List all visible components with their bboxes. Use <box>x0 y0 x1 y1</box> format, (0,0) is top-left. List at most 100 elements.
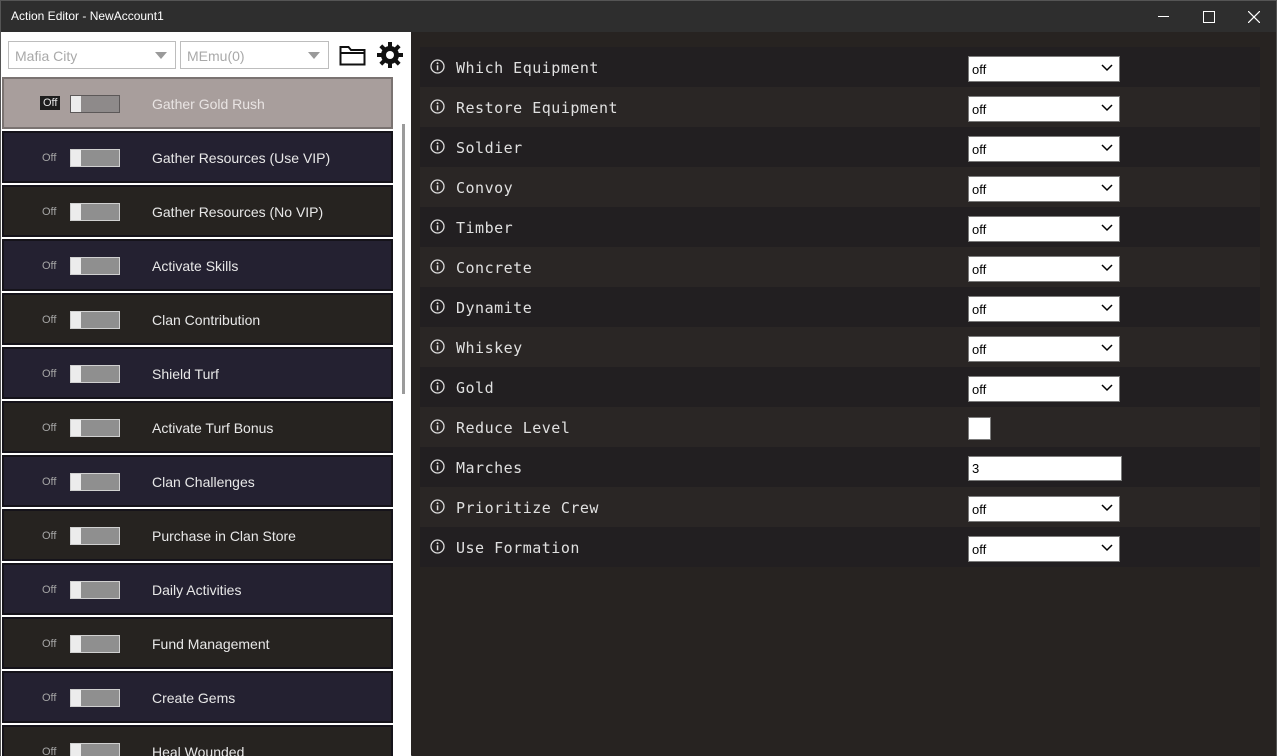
setting-select[interactable]: off <box>968 216 1120 242</box>
minimize-button[interactable] <box>1140 1 1186 32</box>
setting-label: Concrete <box>456 259 533 277</box>
toggle-state-label: Off <box>42 314 57 326</box>
emulator-select[interactable]: MEmu(0) <box>180 41 329 69</box>
action-item-shield-turf[interactable]: Off Shield Turf <box>2 347 393 399</box>
toggle-state-label: Off <box>40 96 61 110</box>
info-icon[interactable] <box>430 459 445 474</box>
action-item-clan-challenges[interactable]: Off Clan Challenges <box>2 455 393 507</box>
setting-row-which-equipment: Which Equipment off <box>420 47 1260 87</box>
action-label: Gather Gold Rush <box>152 96 265 112</box>
action-label: Gather Resources (Use VIP) <box>152 150 331 166</box>
action-item-activate-skills[interactable]: Off Activate Skills <box>2 239 393 291</box>
info-icon[interactable] <box>430 99 445 114</box>
setting-row-whiskey: Whiskey off <box>420 327 1260 367</box>
action-toggle[interactable] <box>70 635 120 653</box>
action-toggle[interactable] <box>70 203 120 221</box>
info-icon[interactable] <box>430 59 445 74</box>
setting-row-dynamite: Dynamite off <box>420 287 1260 327</box>
action-toggle[interactable] <box>70 257 120 275</box>
action-toggle[interactable] <box>70 473 120 491</box>
action-toggle[interactable] <box>70 149 120 167</box>
chevron-down-icon <box>308 52 320 59</box>
marches-input[interactable]: 3 <box>968 456 1122 481</box>
info-icon[interactable] <box>430 219 445 234</box>
toggle-state-label: Off <box>42 746 57 756</box>
select-value: off <box>972 542 987 557</box>
setting-label: Timber <box>456 219 514 237</box>
action-item-create-gems[interactable]: Off Create Gems <box>2 671 393 723</box>
close-icon <box>1248 10 1260 23</box>
setting-select[interactable]: off <box>968 376 1120 402</box>
action-toggle[interactable] <box>70 311 120 329</box>
window-title: Action Editor - NewAccount1 <box>11 9 164 23</box>
setting-select[interactable]: off <box>968 296 1120 322</box>
action-item-daily-activities[interactable]: Off Daily Activities <box>2 563 393 615</box>
setting-row-gold: Gold off <box>420 367 1260 407</box>
info-icon[interactable] <box>430 539 445 554</box>
action-toggle[interactable] <box>70 581 120 599</box>
setting-select[interactable]: off <box>968 496 1120 522</box>
action-editor-window: Action Editor - NewAccount1 Mafia City M… <box>0 0 1277 756</box>
setting-row-soldier: Soldier off <box>420 127 1260 167</box>
action-label: Clan Challenges <box>152 474 255 490</box>
toggle-state-label: Off <box>42 476 57 488</box>
action-item-purchase-clan-store[interactable]: Off Purchase in Clan Store <box>2 509 393 561</box>
setting-select[interactable]: off <box>968 336 1120 362</box>
chevron-down-icon <box>1101 224 1113 232</box>
action-label: Shield Turf <box>152 366 219 382</box>
setting-label: Convoy <box>456 179 514 197</box>
info-icon[interactable] <box>430 139 445 154</box>
action-toggle[interactable] <box>70 419 120 437</box>
action-item-gather-resources-no-vip[interactable]: Off Gather Resources (No VIP) <box>2 185 393 237</box>
maximize-button[interactable] <box>1186 1 1232 32</box>
setting-select[interactable]: off <box>968 136 1120 162</box>
action-label: Purchase in Clan Store <box>152 528 296 544</box>
setting-select[interactable]: off <box>968 536 1120 562</box>
action-toggle[interactable] <box>70 365 120 383</box>
action-item-clan-contribution[interactable]: Off Clan Contribution <box>2 293 393 345</box>
info-icon[interactable] <box>430 419 445 434</box>
chevron-down-icon <box>1101 264 1113 272</box>
action-item-gather-gold-rush[interactable]: Off Gather Gold Rush <box>2 77 393 129</box>
action-label: Heal Wounded <box>152 744 245 756</box>
chevron-down-icon <box>1101 104 1113 112</box>
settings-button[interactable] <box>375 40 405 70</box>
action-toggle[interactable] <box>70 743 120 756</box>
minimize-icon <box>1157 16 1169 17</box>
action-toggle[interactable] <box>70 95 120 113</box>
action-toggle[interactable] <box>70 689 120 707</box>
setting-select[interactable]: off <box>968 176 1120 202</box>
game-select-value: Mafia City <box>15 48 78 64</box>
chevron-down-icon <box>1101 184 1113 192</box>
toggle-state-label: Off <box>42 692 57 704</box>
action-item-activate-turf-bonus[interactable]: Off Activate Turf Bonus <box>2 401 393 453</box>
toggle-state-label: Off <box>42 530 57 542</box>
action-item-heal-wounded[interactable]: Off Heal Wounded <box>2 725 393 756</box>
info-icon[interactable] <box>430 179 445 194</box>
close-button[interactable] <box>1231 1 1277 32</box>
action-item-fund-management[interactable]: Off Fund Management <box>2 617 393 669</box>
setting-select[interactable]: off <box>968 256 1120 282</box>
maximize-icon <box>1203 10 1215 23</box>
chevron-down-icon <box>1101 504 1113 512</box>
action-label: Fund Management <box>152 636 270 652</box>
game-select[interactable]: Mafia City <box>8 41 176 69</box>
settings-panel: Which Equipment off Restore Equipment of… <box>412 32 1276 756</box>
folder-icon <box>339 46 365 66</box>
select-value: off <box>972 262 987 277</box>
info-icon[interactable] <box>430 499 445 514</box>
setting-select[interactable]: off <box>968 96 1120 122</box>
select-value: off <box>972 142 987 157</box>
info-icon[interactable] <box>430 339 445 354</box>
action-list-scrollbar[interactable] <box>402 124 405 394</box>
open-folder-button[interactable] <box>337 40 367 70</box>
action-label: Activate Turf Bonus <box>152 420 274 436</box>
info-icon[interactable] <box>430 259 445 274</box>
info-icon[interactable] <box>430 299 445 314</box>
setting-select[interactable]: off <box>968 56 1120 82</box>
action-item-gather-resources-vip[interactable]: Off Gather Resources (Use VIP) <box>2 131 393 183</box>
info-icon[interactable] <box>430 379 445 394</box>
setting-row-use-formation: Use Formation off <box>420 527 1260 567</box>
action-toggle[interactable] <box>70 527 120 545</box>
reduce-level-checkbox[interactable] <box>968 417 991 440</box>
